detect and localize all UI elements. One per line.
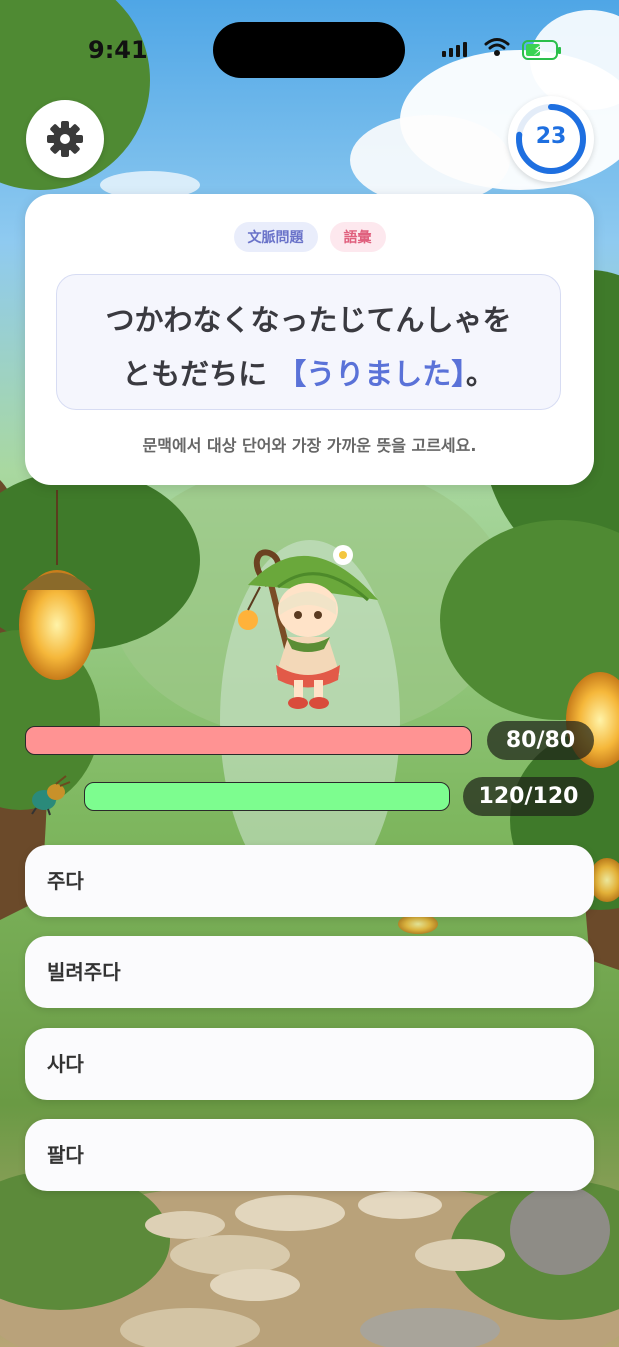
countdown-timer: 23 (508, 96, 594, 182)
status-bar: 9:41 ⚡ (0, 0, 619, 100)
settings-button[interactable] (26, 100, 104, 178)
target-word: 【うりました】 (277, 357, 466, 391)
answer-option-4[interactable]: 팔다 (25, 1119, 594, 1191)
question-suffix: 。 (465, 357, 495, 391)
question-line-1: つかわなくなったじてんしゃを (105, 303, 512, 337)
battery-icon: ⚡ (522, 40, 561, 60)
dynamic-island (213, 22, 405, 78)
enemy-hp-bar (25, 726, 472, 755)
answer-option-2[interactable]: 빌려주다 (25, 936, 594, 1008)
mushroom-fairy-enemy (238, 545, 378, 709)
gear-icon (47, 121, 83, 157)
beetle-icon (31, 775, 71, 816)
question-prefix: ともだちに (122, 357, 268, 391)
question-tags: 文脈問題 語彙 (25, 222, 594, 252)
enemy-hp-value: 80/80 (487, 721, 594, 760)
answer-option-3[interactable]: 사다 (25, 1028, 594, 1100)
question-card: 文脈問題 語彙 つかわなくなったじてんしゃを ともだちに 【うりました】。 문맥… (25, 194, 594, 485)
player-hp-bar (84, 782, 450, 811)
status-time: 9:41 (88, 36, 148, 64)
signal-icon (442, 42, 467, 57)
tag-context: 文脈問題 (233, 222, 318, 252)
timer-value: 23 (535, 124, 567, 149)
player-hp-value: 120/120 (463, 777, 594, 816)
question-hint: 문맥에서 대상 단어와 가장 가까운 뜻을 고르세요. (142, 436, 477, 455)
tag-vocabulary: 語彙 (329, 222, 386, 252)
wifi-icon (484, 38, 510, 56)
question-box: つかわなくなったじてんしゃを ともだちに 【うりました】。 (56, 274, 561, 410)
answer-option-1[interactable]: 주다 (25, 845, 594, 917)
question-line-2: ともだちに 【うりました】。 (57, 351, 560, 393)
